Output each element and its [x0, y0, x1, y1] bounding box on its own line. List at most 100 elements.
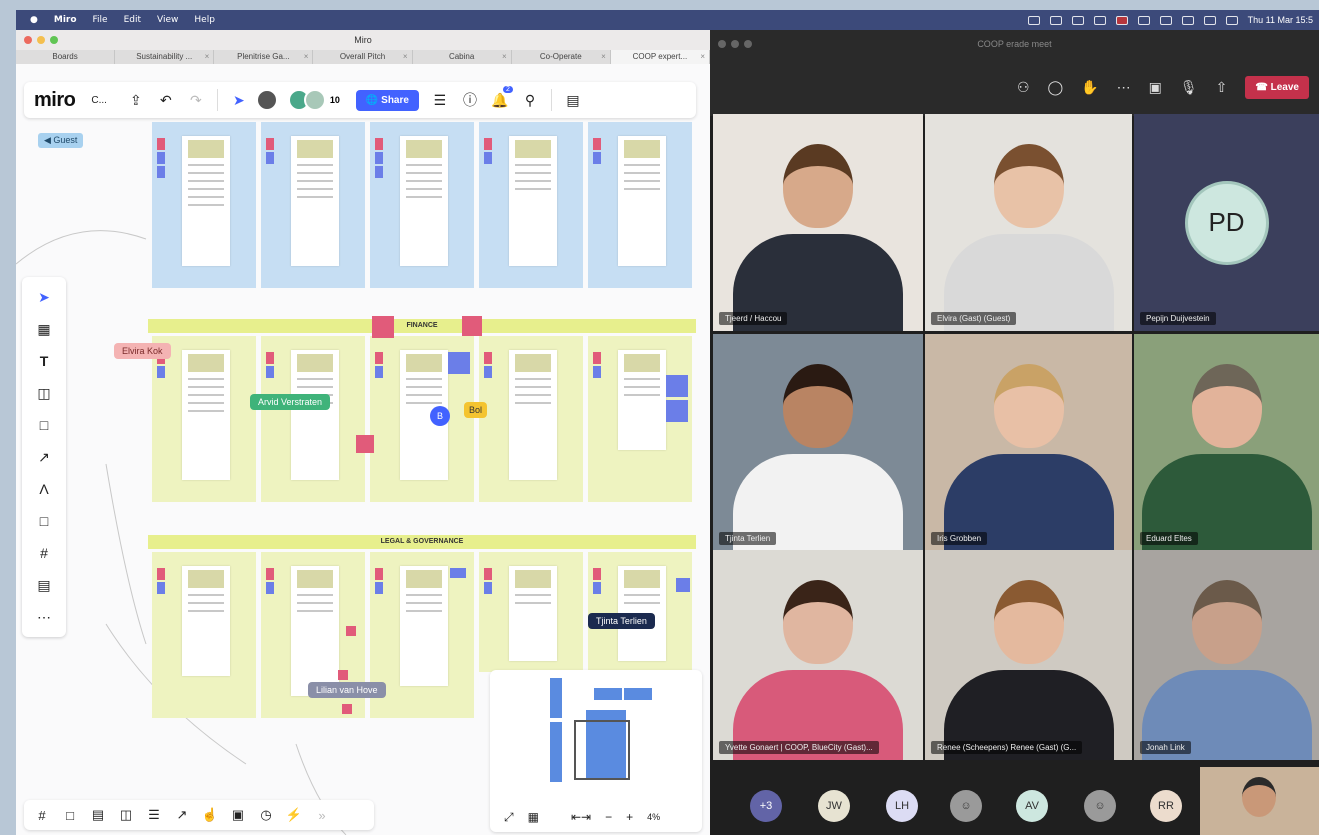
collapse-icon[interactable]: » — [314, 807, 330, 823]
voting-icon[interactable]: ⚡ — [286, 807, 302, 823]
worksheet[interactable] — [400, 566, 448, 686]
sticky-notes[interactable] — [484, 352, 492, 380]
collaborator-avatar[interactable] — [303, 89, 326, 111]
video-tile[interactable]: PD Pepijn Duijvestein — [1134, 114, 1319, 331]
worksheet[interactable] — [291, 566, 339, 696]
share-screen-icon[interactable]: ⇧ — [1216, 79, 1228, 96]
select-tool-icon[interactable]: ➤ — [34, 287, 54, 307]
tab-overall-pitch[interactable]: Overall Pitch × — [313, 50, 413, 64]
board-frame[interactable] — [261, 336, 365, 502]
board-frame[interactable] — [152, 552, 256, 718]
share-button[interactable]: 🌐 Share — [355, 89, 419, 111]
sticky-notes[interactable] — [375, 352, 383, 380]
board-frame[interactable] — [479, 122, 583, 288]
fit-width-icon[interactable]: ⇤⇥ — [571, 810, 591, 824]
worksheet[interactable] — [509, 350, 557, 480]
sticky-note[interactable] — [450, 568, 466, 578]
sticky-note[interactable] — [346, 626, 356, 636]
menu-help[interactable]: Help — [194, 15, 215, 25]
apple-icon[interactable]: ● — [30, 15, 38, 25]
roster-avatar[interactable]: AV — [1016, 790, 1048, 822]
tab-boards[interactable]: Boards — [16, 50, 116, 64]
settings-sliders-icon[interactable]: ☰ — [429, 89, 451, 111]
connector-tool-icon[interactable]: ↗ — [34, 447, 54, 467]
sticky-notes[interactable] — [484, 568, 492, 596]
video-tile[interactable]: Jonah Link — [1134, 550, 1319, 760]
leave-button[interactable]: ☎ Leave — [1245, 75, 1309, 99]
templates-icon[interactable]: ▦ — [34, 319, 54, 339]
activity-icon[interactable]: ☰ — [146, 807, 162, 823]
more-participants-button[interactable]: +3 — [750, 790, 782, 822]
close-tab-icon[interactable]: × — [502, 50, 507, 64]
sticky-note[interactable] — [676, 578, 690, 592]
close-tab-icon[interactable]: × — [304, 50, 309, 64]
control-center-icon[interactable] — [1225, 15, 1238, 25]
roster-avatar[interactable]: RR — [1150, 790, 1182, 822]
sticky-note[interactable] — [448, 352, 470, 374]
redo-icon[interactable]: ↷ — [185, 89, 207, 111]
shape-tool-icon[interactable]: □ — [34, 415, 54, 435]
cursor-arrow-icon[interactable]: ➤ — [228, 89, 250, 111]
sticky-notes[interactable] — [593, 568, 601, 596]
bluetooth-icon[interactable] — [1093, 15, 1106, 25]
menu-file[interactable]: File — [93, 15, 108, 25]
battery-icon[interactable] — [1137, 15, 1150, 25]
tab-coop-expert[interactable]: COOP expert... × — [610, 50, 710, 64]
sticky-note[interactable] — [338, 670, 348, 680]
board-frame[interactable] — [152, 122, 256, 288]
tab-cabina[interactable]: Cabina × — [413, 50, 512, 64]
video-tile[interactable]: Tjinta Terlien — [713, 334, 923, 551]
board-frame[interactable] — [152, 336, 256, 502]
sticky-notes[interactable] — [266, 568, 274, 596]
video-tile[interactable]: Elvira (Gast) (Guest) — [925, 114, 1132, 331]
sticky-note[interactable] — [666, 375, 688, 397]
timer-icon[interactable]: ◷ — [258, 807, 274, 823]
reactions-icon[interactable]: ☝ — [202, 807, 218, 823]
pen-tool-icon[interactable]: Λ — [34, 479, 54, 499]
worksheet[interactable] — [291, 350, 339, 480]
tab-co-operate[interactable]: Co-Operate × — [512, 50, 611, 64]
worksheet[interactable] — [509, 136, 557, 266]
worksheet[interactable] — [291, 136, 339, 266]
teams-icon[interactable] — [1049, 15, 1062, 25]
notifications-bell-icon[interactable]: 🔔 2 — [489, 86, 513, 111]
frame-tool-icon[interactable]: # — [34, 543, 54, 563]
sticky-notes[interactable] — [157, 138, 165, 180]
export-icon[interactable]: ↗ — [174, 807, 190, 823]
zoom-out-button[interactable]: − — [605, 810, 612, 824]
worksheet[interactable] — [400, 136, 448, 266]
zoom-level[interactable]: 4% — [647, 812, 660, 822]
roster-avatar[interactable]: JW — [818, 790, 850, 822]
roster-avatar[interactable]: ☺ — [950, 790, 982, 822]
comment-tool-icon[interactable]: □ — [34, 511, 54, 531]
worksheet[interactable] — [182, 566, 230, 676]
sticky-note[interactable] — [666, 400, 688, 422]
chat-icon[interactable]: ◯ — [1048, 79, 1064, 96]
close-tab-icon[interactable]: × — [205, 50, 210, 64]
reactions-icon[interactable]: ✋ — [1081, 79, 1098, 96]
sticky-note[interactable] — [356, 435, 374, 453]
menu-edit[interactable]: Edit — [124, 15, 141, 25]
sticky-note-tool-icon[interactable]: ◫ — [34, 383, 54, 403]
minimap[interactable]: ⤢ ▦ ⇤⇥ − + 4% — [490, 670, 702, 832]
volume-icon[interactable] — [1071, 15, 1084, 25]
flag-icon[interactable] — [1115, 15, 1128, 25]
mute-microphone-icon[interactable]: 🎙 — [1180, 79, 1198, 96]
fit-screen-icon[interactable]: ⤢ — [504, 810, 514, 825]
sticky-notes[interactable] — [375, 568, 383, 596]
sticky-note[interactable] — [462, 316, 482, 336]
sticky-notes[interactable] — [593, 352, 601, 380]
sticky-notes[interactable] — [266, 352, 274, 380]
video-tile[interactable]: Renee (Scheepens) Renee (Gast) (G... — [925, 550, 1132, 760]
menubar-clock[interactable]: Thu 11 Mar 15:5 — [1248, 15, 1313, 25]
comments-icon[interactable]: □ — [62, 807, 78, 823]
worksheet[interactable] — [182, 136, 230, 266]
undo-icon[interactable]: ↶ — [155, 89, 177, 111]
video-tile[interactable]: Eduard Eltes — [1134, 334, 1319, 551]
board-frame[interactable] — [588, 552, 692, 672]
worksheet[interactable] — [618, 136, 666, 266]
miro-logo[interactable]: miro — [34, 89, 76, 112]
video-tile[interactable]: Tjeerd / Haccou — [713, 114, 923, 331]
menu-view[interactable]: View — [157, 15, 178, 25]
sticky-notes[interactable] — [375, 138, 383, 180]
